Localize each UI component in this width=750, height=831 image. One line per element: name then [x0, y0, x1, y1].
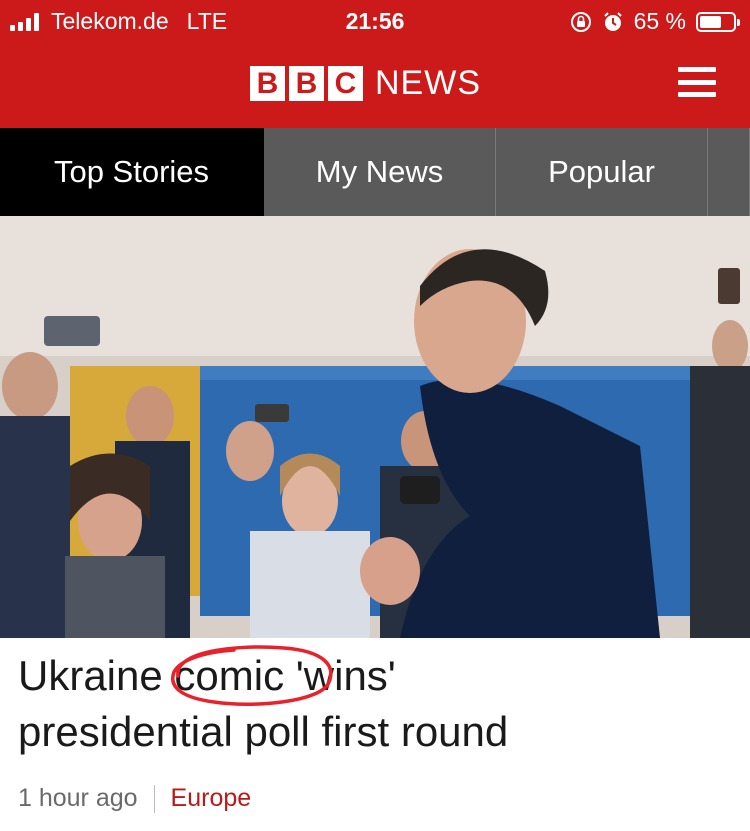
- status-right: 65 %: [570, 8, 740, 35]
- tab-label: Top Stories: [53, 154, 210, 189]
- meta-divider: [153, 784, 155, 813]
- status-bar: Telekom.de LTE 21:56 65 %: [0, 0, 750, 44]
- logo-letter-b2: B: [289, 66, 324, 101]
- article-hero-image[interactable]: [0, 216, 750, 638]
- alarm-icon: [603, 11, 622, 31]
- headline-post: 'wins': [284, 652, 396, 699]
- article-timestamp: 1 hour ago: [18, 784, 138, 812]
- headline-circled-word: comic: [171, 645, 333, 706]
- headline-line-1: Ukraine comic 'wins': [18, 645, 738, 706]
- headline-circled-text: comic: [174, 652, 285, 699]
- tab-next-partial[interactable]: [708, 128, 750, 216]
- tab-popular[interactable]: Popular: [496, 128, 708, 216]
- logo-word-news: NEWS: [375, 64, 481, 102]
- tab-top-stories[interactable]: Top Stories: [0, 128, 264, 216]
- logo-letter-c: C: [328, 66, 363, 101]
- orientation-lock-icon: [570, 11, 591, 32]
- tab-label: Popular: [548, 154, 655, 189]
- article-headline[interactable]: Ukraine comic 'wins' presidential poll f…: [18, 645, 738, 760]
- tab-my-news[interactable]: My News: [264, 128, 496, 216]
- news-photo: [0, 216, 750, 638]
- tab-label: My News: [315, 154, 444, 189]
- battery-level: [700, 15, 721, 28]
- article-meta: 1 hour ago Europe: [18, 784, 251, 813]
- hamburger-menu-icon[interactable]: [678, 67, 716, 97]
- article-section-link[interactable]: Europe: [171, 784, 252, 813]
- battery-percent: 65 %: [633, 8, 686, 34]
- battery-icon: [696, 11, 740, 32]
- section-tabs: Top Stories My News Popular: [0, 128, 750, 216]
- logo-letter-b1: B: [250, 66, 285, 101]
- bbc-news-logo[interactable]: B B C NEWS: [250, 64, 481, 103]
- headline-line-2: presidential poll first round: [18, 708, 509, 755]
- headline-pre: Ukraine: [18, 652, 163, 699]
